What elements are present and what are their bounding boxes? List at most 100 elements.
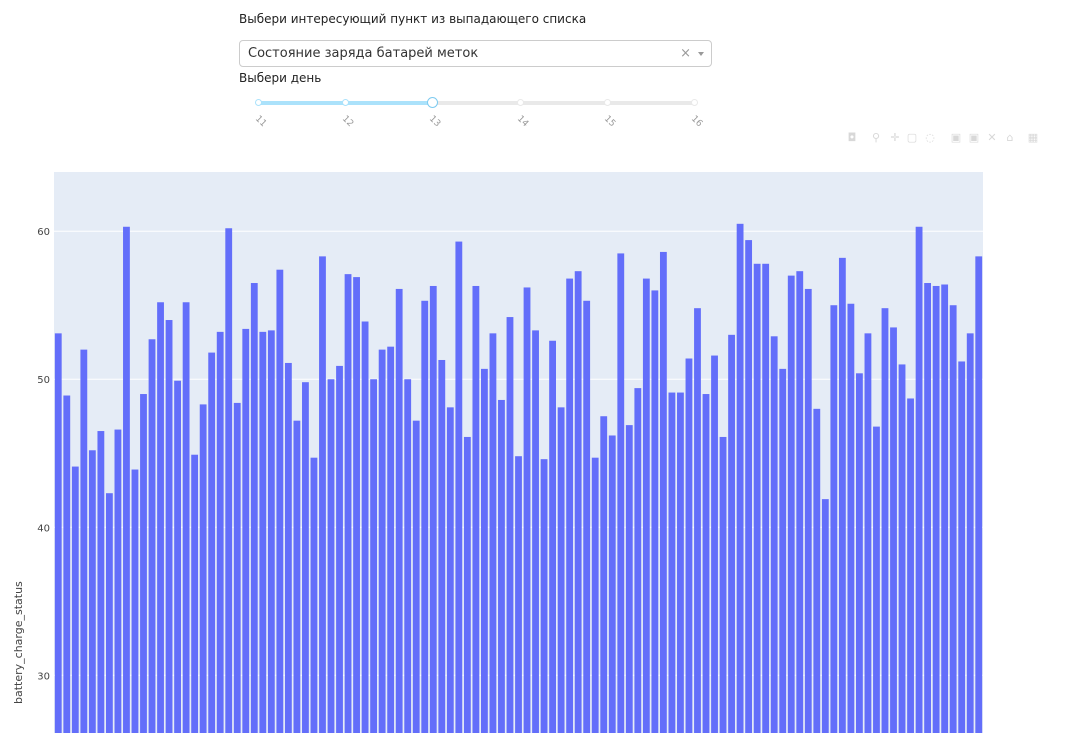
bar[interactable]	[174, 380, 181, 733]
chevron-down-icon[interactable]	[698, 52, 704, 56]
box-select-icon[interactable]: ▢	[906, 132, 918, 144]
bar[interactable]	[387, 346, 395, 733]
lasso-icon[interactable]: ◌	[924, 132, 936, 144]
slider-dot[interactable]	[691, 99, 698, 106]
bar[interactable]	[123, 226, 130, 733]
bar[interactable]	[404, 379, 412, 733]
bar[interactable]	[267, 330, 275, 733]
bar[interactable]	[165, 320, 173, 733]
slider-mark-label[interactable]: 13	[427, 114, 442, 129]
bar[interactable]	[591, 457, 599, 733]
bar[interactable]	[949, 305, 957, 733]
bar[interactable]	[421, 300, 429, 733]
bar[interactable]	[515, 456, 522, 733]
bar[interactable]	[958, 361, 966, 733]
bar[interactable]	[608, 435, 616, 733]
bar[interactable]	[370, 379, 378, 733]
bar[interactable]	[523, 287, 531, 733]
bar[interactable]	[813, 408, 821, 733]
bar[interactable]	[873, 426, 880, 733]
bar[interactable]	[191, 454, 199, 733]
bar[interactable]	[284, 362, 292, 733]
bar[interactable]	[302, 382, 309, 733]
bar[interactable]	[353, 277, 360, 733]
bar[interactable]	[566, 278, 574, 733]
bar[interactable]	[327, 379, 335, 733]
bar[interactable]	[199, 404, 207, 733]
bar[interactable]	[446, 407, 454, 733]
bar[interactable]	[378, 349, 386, 733]
bar[interactable]	[804, 288, 812, 733]
bar[interactable]	[310, 457, 318, 733]
bar[interactable]	[250, 283, 258, 733]
bar[interactable]	[659, 251, 667, 733]
bar[interactable]	[890, 327, 897, 733]
bar[interactable]	[634, 388, 642, 733]
bar[interactable]	[557, 407, 565, 733]
bar[interactable]	[745, 240, 753, 733]
bar[interactable]	[583, 300, 591, 733]
clear-icon[interactable]: ×	[680, 46, 691, 61]
bar[interactable]	[719, 436, 727, 733]
bar[interactable]	[395, 288, 403, 733]
bar[interactable]	[97, 431, 105, 733]
bar[interactable]	[344, 274, 352, 733]
bar[interactable]	[208, 352, 216, 733]
bar[interactable]	[864, 333, 872, 733]
bar[interactable]	[762, 263, 770, 733]
bar[interactable]	[796, 271, 804, 733]
bar[interactable]	[856, 373, 863, 733]
bar[interactable]	[148, 339, 156, 733]
bar[interactable]	[975, 256, 983, 733]
bar[interactable]	[472, 285, 480, 733]
day-slider[interactable]: 11 12 13 14 15 16	[253, 96, 704, 130]
autoscale-icon[interactable]: ✕	[986, 132, 998, 144]
bar[interactable]	[924, 283, 932, 733]
bar[interactable]	[574, 271, 582, 733]
bar[interactable]	[932, 285, 940, 733]
bar[interactable]	[114, 429, 122, 733]
bar[interactable]	[293, 420, 301, 733]
bar[interactable]	[63, 395, 71, 733]
bar[interactable]	[259, 331, 267, 733]
bar[interactable]	[480, 368, 488, 733]
bar[interactable]	[361, 321, 369, 733]
bar[interactable]	[182, 302, 190, 733]
slider-dot[interactable]	[255, 99, 262, 106]
bar[interactable]	[830, 305, 838, 733]
bar[interactable]	[455, 241, 463, 733]
bar[interactable]	[216, 331, 224, 733]
bar[interactable]	[54, 333, 62, 733]
bar[interactable]	[276, 269, 284, 733]
bar[interactable]	[506, 317, 514, 733]
bar[interactable]	[242, 328, 250, 733]
bar[interactable]	[907, 398, 914, 733]
bar[interactable]	[711, 355, 718, 733]
bar[interactable]	[898, 364, 906, 733]
bar[interactable]	[617, 253, 625, 733]
bar[interactable]	[625, 425, 633, 733]
bar[interactable]	[498, 399, 505, 733]
bar[interactable]	[131, 469, 139, 733]
bar[interactable]	[225, 228, 233, 733]
bar[interactable]	[736, 223, 744, 733]
plotly-logo-icon[interactable]: ▦	[1027, 132, 1039, 144]
bar[interactable]	[438, 359, 446, 733]
slider-mark-label[interactable]: 12	[340, 114, 355, 129]
bar[interactable]	[838, 257, 846, 733]
bar[interactable]	[233, 402, 241, 733]
bar[interactable]	[600, 416, 608, 733]
bar[interactable]	[88, 450, 96, 733]
bar[interactable]	[463, 436, 471, 733]
bar[interactable]	[966, 333, 974, 733]
bar[interactable]	[685, 358, 693, 733]
bar[interactable]	[651, 290, 659, 733]
bar[interactable]	[770, 336, 778, 733]
bar[interactable]	[821, 499, 829, 733]
reset-axes-icon[interactable]: ⌂	[1004, 132, 1016, 144]
bar[interactable]	[941, 284, 949, 733]
bar[interactable]	[915, 226, 923, 733]
bar[interactable]	[787, 275, 795, 733]
bar[interactable]	[779, 368, 787, 733]
zoom-out-icon[interactable]: ▣	[968, 132, 980, 144]
